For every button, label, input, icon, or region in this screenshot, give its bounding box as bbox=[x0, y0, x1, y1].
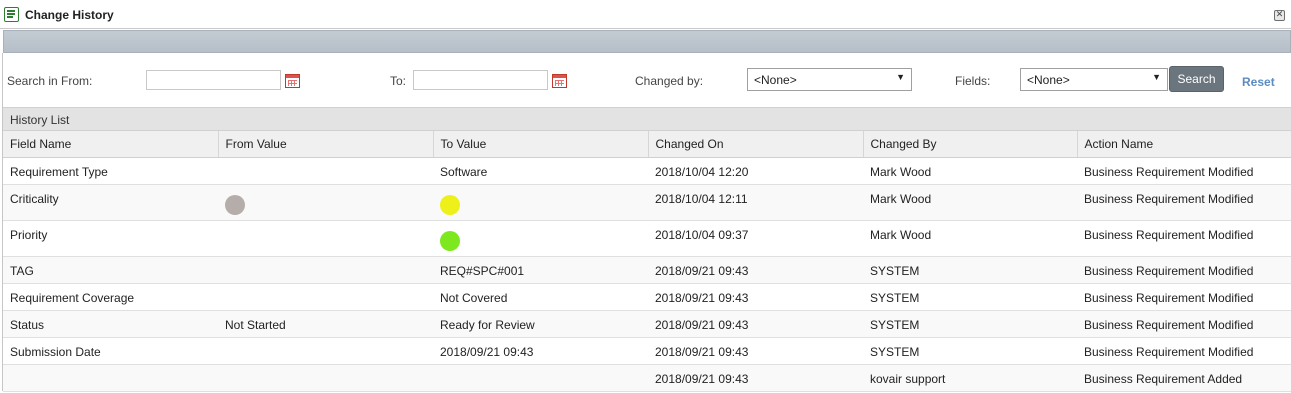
to-date-input[interactable] bbox=[413, 70, 548, 90]
changed-by-selected-value: <None> bbox=[754, 73, 797, 87]
field-name-cell: Requirement Type bbox=[3, 157, 218, 185]
action-name-cell: Business Requirement Added bbox=[1077, 364, 1291, 392]
action-name-cell: Business Requirement Modified bbox=[1077, 157, 1291, 185]
field-name-cell: Requirement Coverage bbox=[3, 283, 218, 311]
from-value-cell bbox=[218, 283, 433, 311]
to-value-cell bbox=[433, 220, 648, 257]
table-row[interactable]: TAG REQ#SPC#001 2018/09/21 09:43 SYSTEM … bbox=[3, 256, 1291, 284]
column-header-field-name[interactable]: Field Name bbox=[3, 131, 219, 158]
reset-link[interactable]: Reset bbox=[1242, 75, 1275, 89]
list-window-icon bbox=[4, 7, 19, 22]
changed-on-cell: 2018/10/04 09:37 bbox=[648, 220, 863, 257]
history-list-header: History List bbox=[3, 107, 1291, 131]
changed-on-cell: 2018/09/21 09:43 bbox=[648, 283, 863, 311]
action-name-cell: Business Requirement Modified bbox=[1077, 184, 1291, 221]
fields-label: Fields: bbox=[955, 74, 991, 88]
criticality-from-color-dot bbox=[225, 194, 245, 215]
field-name-cell bbox=[3, 364, 218, 392]
field-name-cell: Submission Date bbox=[3, 337, 218, 365]
changed-on-cell: 2018/09/21 09:43 bbox=[648, 310, 863, 338]
from-date-label: Search in From: bbox=[7, 74, 93, 88]
calendar-icon[interactable] bbox=[552, 74, 567, 88]
changed-by-cell: SYSTEM bbox=[863, 337, 1077, 365]
from-value-cell bbox=[218, 157, 433, 185]
to-value-cell: REQ#SPC#001 bbox=[433, 256, 648, 284]
field-name-cell: Priority bbox=[3, 220, 218, 257]
calendar-icon[interactable] bbox=[285, 74, 300, 88]
to-value-cell: Software bbox=[433, 157, 648, 185]
table-row[interactable]: Criticality 2018/10/04 12:11 Mark Wood B… bbox=[3, 184, 1291, 221]
window-titlebar: Change History ✕ bbox=[0, 0, 1291, 29]
changed-by-cell: Mark Wood bbox=[863, 220, 1077, 257]
column-header-changed-on[interactable]: Changed On bbox=[648, 131, 864, 158]
to-value-cell bbox=[433, 184, 648, 221]
fields-select[interactable]: <None> ▼ bbox=[1020, 68, 1168, 91]
from-value-cell bbox=[218, 364, 433, 392]
from-value-cell: Not Started bbox=[218, 310, 433, 338]
table-row[interactable]: Requirement Coverage Not Covered 2018/09… bbox=[3, 283, 1291, 311]
from-value-cell bbox=[218, 184, 433, 221]
dropdown-arrow-icon: ▼ bbox=[896, 72, 905, 82]
criticality-to-color-dot bbox=[440, 194, 460, 215]
changed-on-cell: 2018/09/21 09:43 bbox=[648, 364, 863, 392]
column-header-from-value[interactable]: From Value bbox=[218, 131, 434, 158]
changed-by-cell: Mark Wood bbox=[863, 184, 1077, 221]
changed-by-select[interactable]: <None> ▼ bbox=[747, 68, 912, 91]
to-value-cell: Ready for Review bbox=[433, 310, 648, 338]
table-row[interactable]: 2018/09/21 09:43 kovair support Business… bbox=[3, 364, 1291, 392]
column-header-action-name[interactable]: Action Name bbox=[1077, 131, 1291, 158]
action-name-cell: Business Requirement Modified bbox=[1077, 310, 1291, 338]
changed-by-cell: SYSTEM bbox=[863, 256, 1077, 284]
changed-on-cell: 2018/09/21 09:43 bbox=[648, 256, 863, 284]
dropdown-arrow-icon: ▼ bbox=[1152, 72, 1161, 82]
changed-on-cell: 2018/10/04 12:20 bbox=[648, 157, 863, 185]
table-row[interactable]: Submission Date 2018/09/21 09:43 2018/09… bbox=[3, 337, 1291, 365]
changed-on-cell: 2018/10/04 12:11 bbox=[648, 184, 863, 221]
action-name-cell: Business Requirement Modified bbox=[1077, 220, 1291, 257]
search-panel: Search in From: To: Changed by: <None> ▼… bbox=[3, 54, 1291, 107]
from-value-cell bbox=[218, 337, 433, 365]
history-table: Field Name From Value To Value Changed O… bbox=[3, 131, 1291, 392]
changed-on-cell: 2018/09/21 09:43 bbox=[648, 337, 863, 365]
action-name-cell: Business Requirement Modified bbox=[1077, 337, 1291, 365]
action-name-cell: Business Requirement Modified bbox=[1077, 256, 1291, 284]
priority-to-color-dot bbox=[440, 230, 460, 251]
changed-by-cell: SYSTEM bbox=[863, 310, 1077, 338]
table-row[interactable]: Status Not Started Ready for Review 2018… bbox=[3, 310, 1291, 338]
table-row[interactable]: Priority 2018/10/04 09:37 Mark Wood Busi… bbox=[3, 220, 1291, 257]
toolbar-strip bbox=[3, 30, 1291, 53]
changed-by-cell: SYSTEM bbox=[863, 283, 1077, 311]
changed-by-label: Changed by: bbox=[635, 74, 704, 88]
window-title: Change History bbox=[25, 8, 114, 22]
changed-by-cell: kovair support bbox=[863, 364, 1077, 392]
from-date-input[interactable] bbox=[146, 70, 281, 90]
table-header-row: Field Name From Value To Value Changed O… bbox=[3, 131, 1291, 158]
to-value-cell: Not Covered bbox=[433, 283, 648, 311]
field-name-cell: Criticality bbox=[3, 184, 218, 221]
table-row[interactable]: Requirement Type Software 2018/10/04 12:… bbox=[3, 157, 1291, 185]
search-button[interactable]: Search bbox=[1169, 66, 1224, 92]
close-icon[interactable]: ✕ bbox=[1274, 10, 1285, 21]
changed-by-cell: Mark Wood bbox=[863, 157, 1077, 185]
to-value-cell: 2018/09/21 09:43 bbox=[433, 337, 648, 365]
to-value-cell bbox=[433, 364, 648, 392]
column-header-to-value[interactable]: To Value bbox=[433, 131, 649, 158]
field-name-cell: TAG bbox=[3, 256, 218, 284]
column-header-changed-by[interactable]: Changed By bbox=[863, 131, 1078, 158]
from-value-cell bbox=[218, 220, 433, 257]
section-title: History List bbox=[10, 113, 70, 127]
action-name-cell: Business Requirement Modified bbox=[1077, 283, 1291, 311]
field-name-cell: Status bbox=[3, 310, 218, 338]
from-value-cell bbox=[218, 256, 433, 284]
to-date-label: To: bbox=[390, 74, 407, 88]
fields-selected-value: <None> bbox=[1027, 73, 1070, 87]
